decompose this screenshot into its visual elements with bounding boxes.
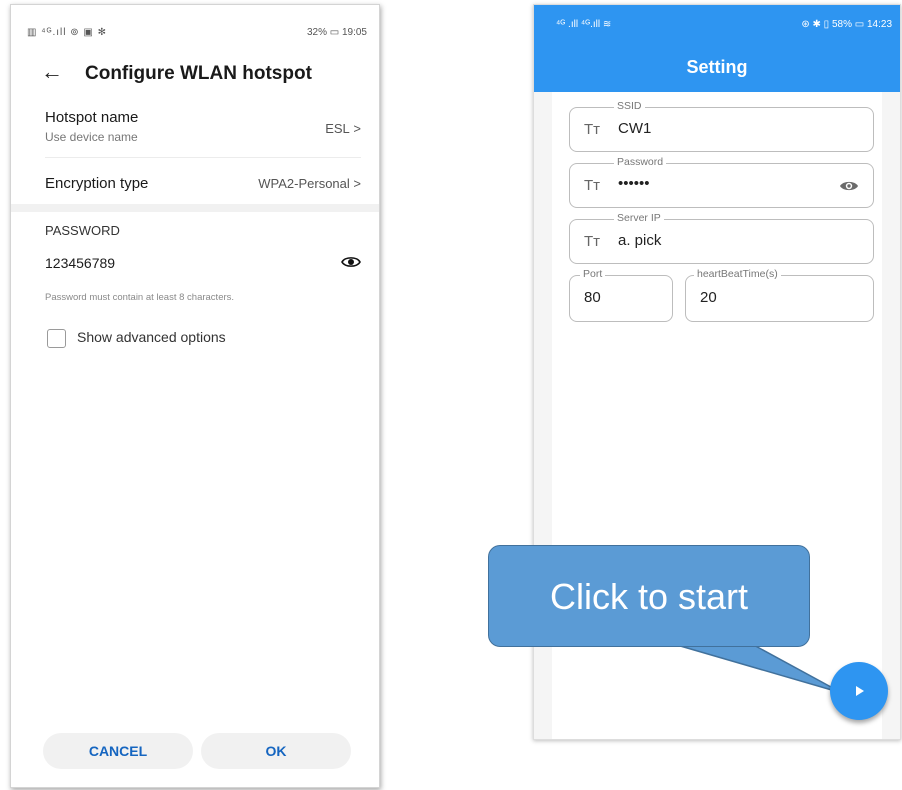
chevron-right-icon: > bbox=[353, 121, 361, 136]
password-hint: Password must contain at least 8 charact… bbox=[45, 292, 235, 303]
app-header: ← Configure WLAN hotspot bbox=[11, 55, 379, 95]
password-field[interactable]: 123456789 bbox=[45, 255, 361, 275]
eye-icon[interactable] bbox=[839, 179, 859, 193]
ssid-field[interactable]: SSID Tт CW1 bbox=[569, 100, 874, 152]
hotspot-name-value: ESL > bbox=[325, 121, 361, 136]
ssid-value: CW1 bbox=[618, 120, 652, 137]
chevron-right-icon: > bbox=[353, 176, 361, 191]
battery-clock: ⊛ ✱ ▯ 58% ▭ 14:23 bbox=[801, 19, 892, 30]
advanced-options-checkbox[interactable] bbox=[47, 329, 66, 348]
status-bar: ▥ ⁴ᴳ.ıll ⊚ ▣ ✻ 32% ▭ 19:05 bbox=[27, 27, 367, 41]
password-value: 123456789 bbox=[45, 255, 116, 271]
password-section-title: PASSWORD bbox=[45, 223, 120, 238]
eye-icon[interactable] bbox=[341, 255, 361, 269]
callout-text: Click to start bbox=[549, 576, 749, 617]
cancel-button[interactable]: CANCEL bbox=[43, 733, 193, 769]
encryption-type-value: WPA2-Personal > bbox=[258, 176, 361, 191]
hotspot-name-label: Hotspot name bbox=[45, 109, 139, 126]
section-separator bbox=[11, 204, 379, 212]
password-value: •••••• bbox=[618, 175, 650, 192]
ok-button[interactable]: OK bbox=[201, 733, 351, 769]
divider bbox=[45, 157, 361, 158]
battery-clock: 32% ▭ 19:05 bbox=[306, 27, 367, 38]
ssid-label: SSID bbox=[614, 100, 645, 112]
app-bar: ⁴ᴳ .ıll ⁴ᴳ.ıll ≋ ⊛ ✱ ▯ 58% ▭ 14:23 Setti… bbox=[534, 5, 900, 92]
play-icon bbox=[856, 686, 864, 696]
port-field[interactable]: Port 80 bbox=[569, 268, 673, 322]
text-type-icon: Tт bbox=[584, 177, 601, 194]
port-value: 80 bbox=[584, 289, 601, 306]
port-label: Port bbox=[580, 268, 606, 280]
hotspot-name-row[interactable]: Hotspot name Use device name ESL > bbox=[45, 109, 361, 149]
left-phone-screen: ▥ ⁴ᴳ.ıll ⊚ ▣ ✻ 32% ▭ 19:05 ← Configure W… bbox=[10, 4, 380, 788]
password-label: Password bbox=[614, 156, 667, 168]
encryption-type-row[interactable]: Encryption type WPA2-Personal > bbox=[45, 175, 361, 195]
server-ip-value: a. pick bbox=[618, 232, 662, 249]
status-bar: ⁴ᴳ .ıll ⁴ᴳ.ıll ≋ ⊛ ✱ ▯ 58% ▭ 14:23 bbox=[556, 19, 892, 30]
back-arrow-icon[interactable]: ← bbox=[41, 59, 63, 85]
hotspot-name-sub: Use device name bbox=[45, 130, 138, 144]
callout-box: Click to start bbox=[488, 545, 810, 647]
text-type-icon: Tт bbox=[584, 121, 601, 138]
heartbeat-value: 20 bbox=[700, 289, 717, 306]
heartbeat-field[interactable]: heartBeatTime(s) 20 bbox=[685, 268, 874, 322]
page-title: Setting bbox=[686, 57, 748, 77]
page-title: Configure WLAN hotspot bbox=[85, 63, 312, 84]
start-button[interactable] bbox=[830, 662, 888, 720]
text-type-icon: Tт bbox=[584, 233, 601, 250]
status-icons: ▥ ⁴ᴳ.ıll ⊚ ▣ ✻ bbox=[27, 27, 108, 38]
password-field[interactable]: Password Tт •••••• bbox=[569, 156, 874, 208]
server-ip-field[interactable]: Server IP Tт a. pick bbox=[569, 212, 874, 264]
signal-wifi-icons: ⁴ᴳ .ıll ⁴ᴳ.ıll ≋ bbox=[556, 19, 612, 30]
server-ip-label: Server IP bbox=[614, 212, 664, 224]
advanced-options-label: Show advanced options bbox=[77, 329, 226, 345]
heartbeat-label: heartBeatTime(s) bbox=[694, 268, 781, 280]
